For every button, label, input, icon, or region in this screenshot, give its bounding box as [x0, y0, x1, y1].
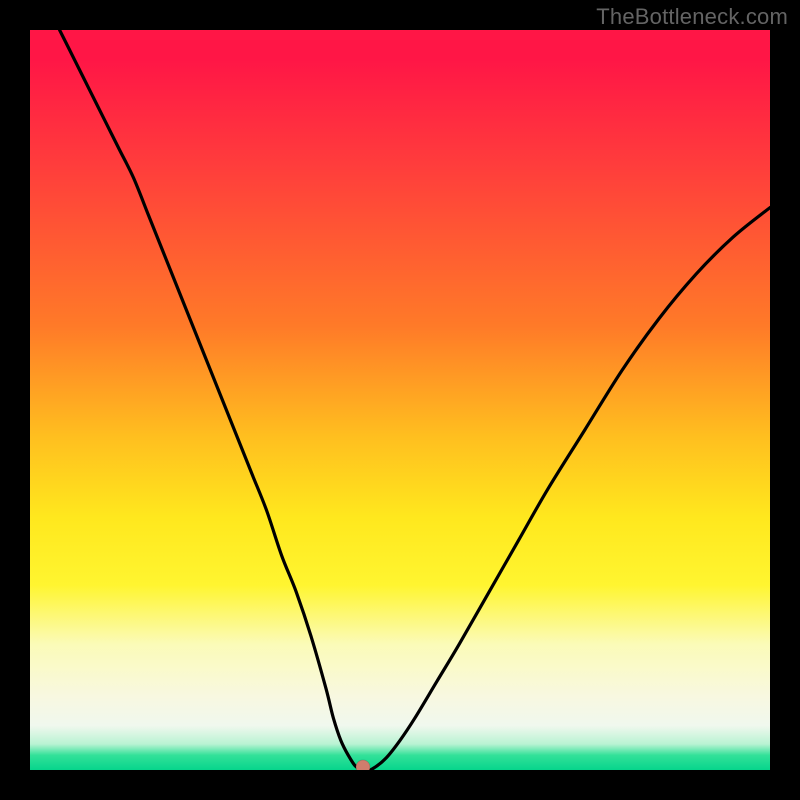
chart-stage: TheBottleneck.com	[0, 0, 800, 800]
optimal-point-marker	[356, 760, 370, 770]
plot-area	[30, 30, 770, 770]
watermark-text: TheBottleneck.com	[596, 4, 788, 30]
bottleneck-curve	[60, 30, 770, 770]
curve-layer	[30, 30, 770, 770]
